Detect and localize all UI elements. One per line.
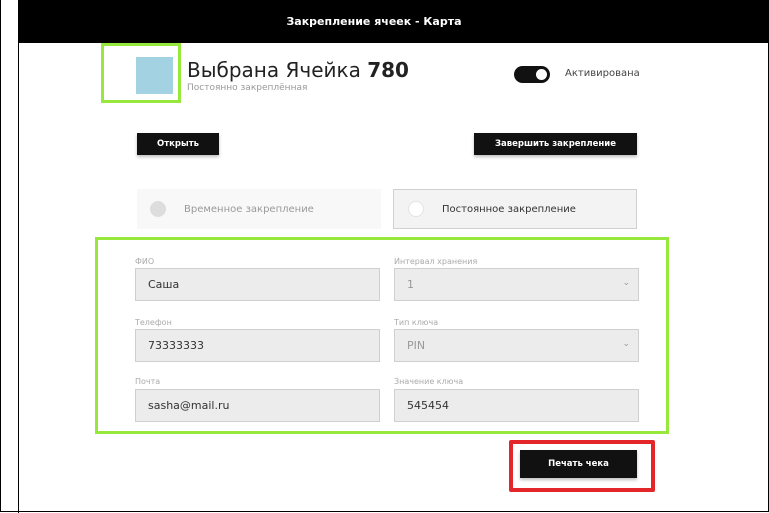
email-value: sasha@mail.ru <box>148 399 230 412</box>
phone-label: Телефон <box>135 318 172 327</box>
mode-permanent[interactable]: Постоянное закрепление <box>393 189 637 229</box>
key-type-label: Тип ключа <box>394 318 439 327</box>
print-receipt-label: Печать чека <box>548 459 609 469</box>
email-label: Почта <box>135 377 161 386</box>
cell-title: Выбрана Ячейка 780 <box>187 58 409 82</box>
print-receipt-button[interactable]: Печать чека <box>520 450 637 478</box>
key-type-value: PIN <box>407 339 426 352</box>
key-value-label: Значение ключа <box>394 377 464 386</box>
left-divider <box>18 0 19 513</box>
chevron-down-icon: ⌄ <box>622 339 630 349</box>
activation-label: Активирована <box>565 68 640 79</box>
cell-color-swatch <box>136 57 173 94</box>
interval-label: Интервал хранения <box>394 257 478 266</box>
open-button-label: Открыть <box>157 139 199 149</box>
finish-pinning-button[interactable]: Завершить закрепление <box>474 133 637 155</box>
radio-dot-temporary <box>150 201 166 217</box>
window-title: Закрепление ячеек - Карта <box>286 15 462 28</box>
fio-field[interactable]: Саша <box>135 268 380 301</box>
key-value-field[interactable]: 545454 <box>394 389 639 422</box>
window-titlebar: Закрепление ячеек - Карта <box>19 0 769 43</box>
email-field[interactable]: sasha@mail.ru <box>135 389 380 422</box>
activation-toggle[interactable] <box>514 66 550 83</box>
phone-value: 73333333 <box>148 339 204 352</box>
mode-temporary-label: Временное закрепление <box>184 203 314 215</box>
toggle-knob <box>536 69 547 80</box>
cell-subtitle: Постоянно закреплённая <box>187 83 308 93</box>
interval-value: 1 <box>407 278 414 291</box>
key-value-value: 545454 <box>407 399 449 412</box>
phone-field[interactable]: 73333333 <box>135 329 380 362</box>
interval-select[interactable]: 1 ⌄ <box>394 268 639 301</box>
fio-value: Саша <box>148 278 180 291</box>
mode-permanent-label: Постоянное закрепление <box>442 203 576 215</box>
open-button[interactable]: Открыть <box>137 133 219 155</box>
finish-pinning-label: Завершить закрепление <box>495 139 616 149</box>
radio-dot-permanent <box>408 201 424 217</box>
chevron-down-icon: ⌄ <box>622 278 630 288</box>
fio-label: ФИО <box>135 257 155 266</box>
cell-title-prefix: Выбрана Ячейка <box>187 58 361 82</box>
mode-temporary[interactable]: Временное закрепление <box>137 189 381 229</box>
cell-number: 780 <box>367 58 409 82</box>
key-type-select[interactable]: PIN ⌄ <box>394 329 639 362</box>
